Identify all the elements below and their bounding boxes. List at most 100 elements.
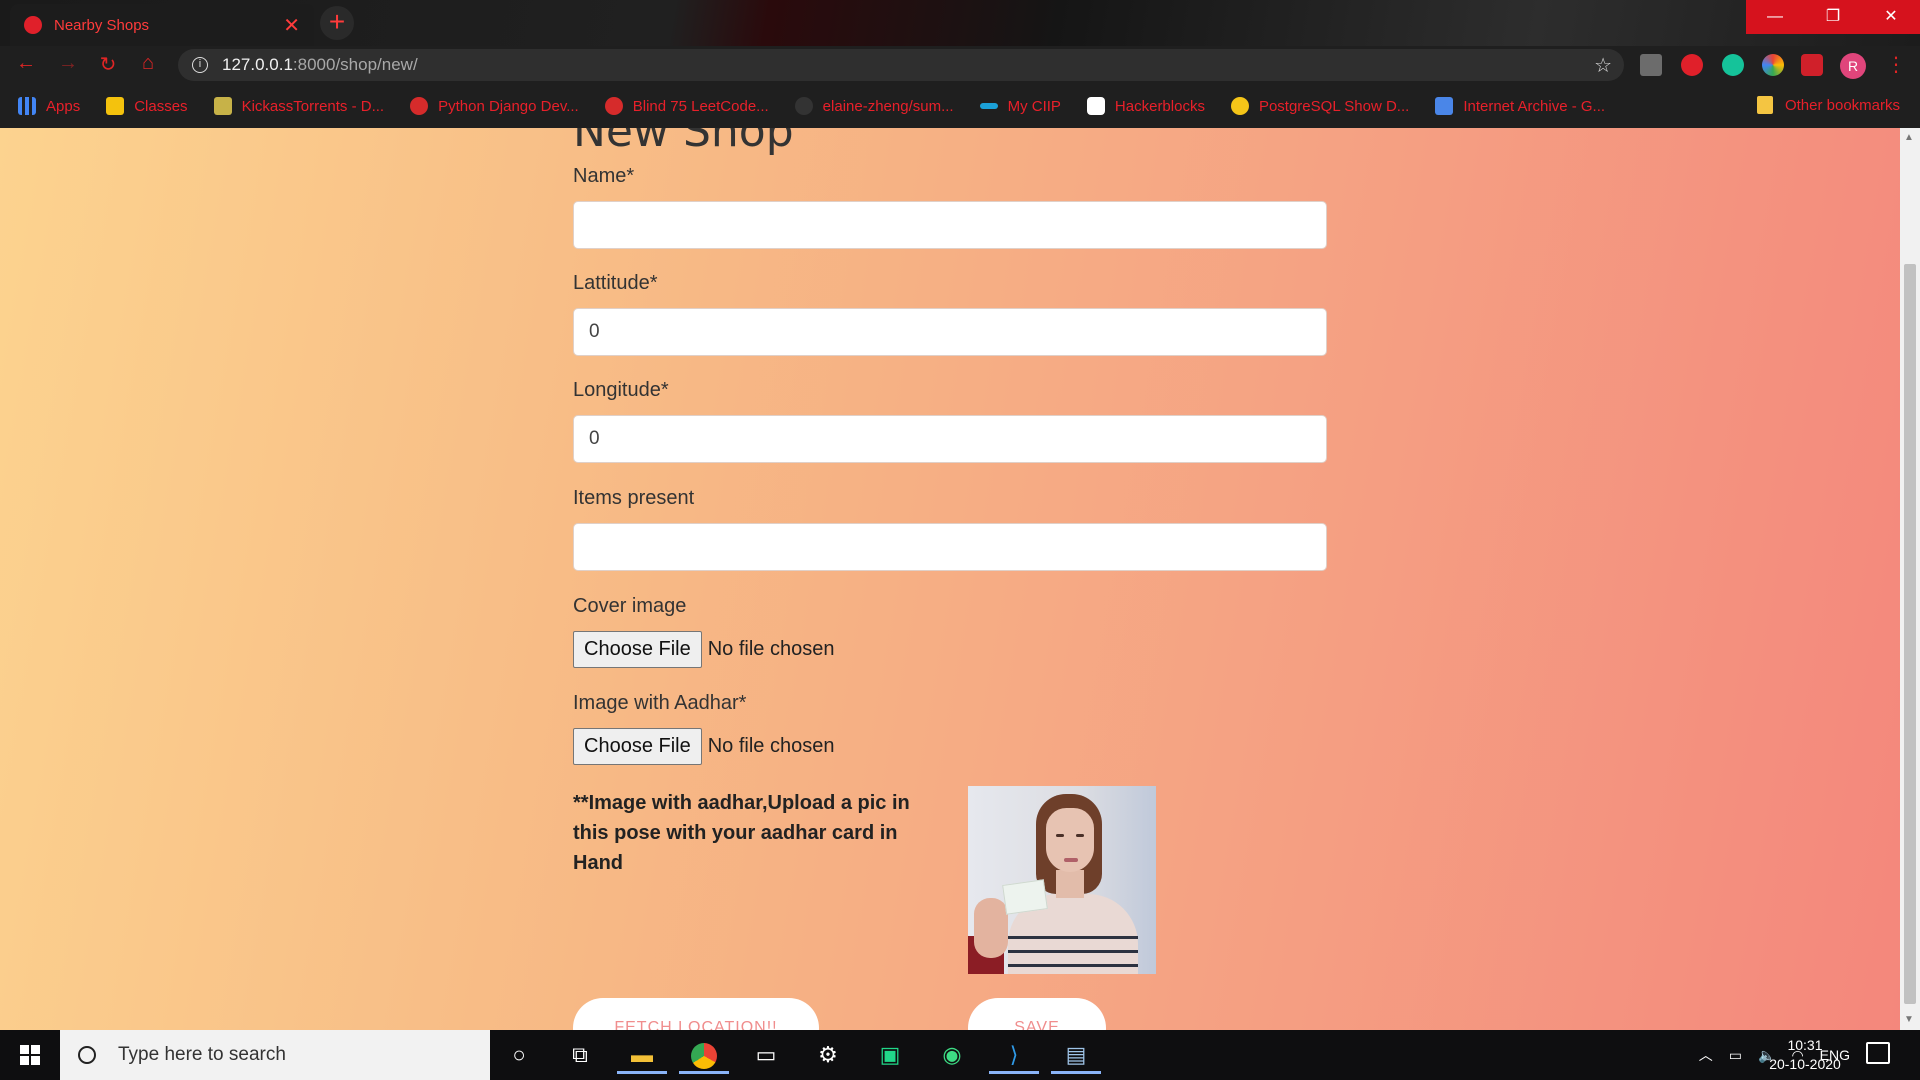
other-bookmarks-label: Other bookmarks — [1784, 96, 1900, 114]
bookmark-label: PostgreSQL Show D... — [1258, 97, 1410, 115]
start-button[interactable] — [0, 1030, 60, 1080]
notification-center-icon[interactable] — [1866, 1042, 1890, 1064]
taskbar-clock[interactable]: 10:31 20-10-2020 — [1762, 1036, 1848, 1074]
reload-icon[interactable]: ↻ — [94, 52, 122, 77]
bookmark-classes[interactable]: Classes — [106, 97, 188, 115]
aadhar-choose-file-button[interactable]: Choose File — [573, 728, 702, 765]
bookmark-postgres[interactable]: PostgreSQL Show D... — [1230, 97, 1410, 115]
classroom-icon — [106, 97, 125, 115]
name-label: Name* — [573, 165, 635, 187]
android-studio-icon[interactable]: ◉ — [927, 1036, 977, 1074]
red-globe-icon — [604, 97, 623, 115]
site-info-icon[interactable]: i — [192, 57, 208, 73]
bookmark-hackerblocks[interactable]: Hackerblocks — [1086, 97, 1205, 115]
bookmark-django[interactable]: Python Django Dev... — [410, 97, 579, 115]
bookmark-apps[interactable]: Apps — [18, 97, 80, 115]
tab-favicon-icon — [24, 16, 42, 34]
vscode-icon[interactable]: ⟩ — [989, 1036, 1039, 1074]
bookmark-label: Classes — [134, 97, 188, 115]
profile-avatar[interactable]: R — [1840, 53, 1866, 79]
adblock-icon[interactable] — [1681, 54, 1703, 76]
cover-choose-file-button[interactable]: Choose File — [573, 631, 702, 668]
red-globe-icon — [410, 97, 429, 115]
bookmark-label: Blind 75 LeetCode... — [632, 97, 769, 115]
bookmark-myciip[interactable]: My CIIP — [979, 97, 1061, 115]
bookmark-label: KickassTorrents - D... — [241, 97, 385, 115]
more-menu-icon[interactable]: ⋮ — [1886, 52, 1906, 77]
restore-button[interactable]: ❐ — [1804, 0, 1862, 34]
folder-icon — [1756, 96, 1773, 114]
tray-chevron-icon[interactable]: ︿ — [1699, 1045, 1713, 1065]
bookmark-label: elaine-zheng/sum... — [822, 97, 954, 115]
windows-taskbar: Type here to search ○ ⧉ ▬ ▭ ⚙ ▣ ◉ ⟩ ▤ ︿ … — [0, 1030, 1920, 1080]
save-button[interactable]: SAVE — [968, 998, 1106, 1030]
search-icon — [78, 1046, 96, 1064]
new-tab-button[interactable]: + — [320, 6, 354, 40]
windows-logo-icon — [20, 1045, 29, 1054]
other-bookmarks[interactable]: Other bookmarks — [1756, 96, 1900, 114]
bookmark-label: Python Django Dev... — [438, 97, 579, 115]
scroll-down-icon[interactable]: ▼ — [1904, 1014, 1914, 1025]
cover-image-label: Cover image — [573, 595, 687, 617]
hackerblocks-icon — [1086, 97, 1105, 115]
scroll-up-icon[interactable]: ▲ — [1904, 132, 1914, 143]
bookmark-label: My CIIP — [1007, 97, 1061, 115]
scrollbar-thumb[interactable] — [1904, 264, 1916, 1004]
extension-icon[interactable] — [1640, 54, 1662, 76]
snipping-tool-icon[interactable]: ▤ — [1051, 1036, 1101, 1074]
aadhar-file-status: No file chosen — [707, 735, 835, 757]
grammarly-icon[interactable] — [1722, 54, 1744, 76]
tab-close-icon[interactable]: ✕ — [283, 13, 300, 38]
taskbar-search-box[interactable]: Type here to search — [60, 1030, 490, 1080]
bookmark-kickass[interactable]: KickassTorrents - D... — [213, 97, 385, 115]
file-explorer-icon[interactable]: ▬ — [617, 1036, 667, 1074]
browser-title-bar: Nearby Shops ✕ + — ❐ ✕ — [0, 0, 1920, 46]
bookmark-archive[interactable]: Internet Archive - G... — [1435, 97, 1605, 115]
home-icon[interactable]: ⌂ — [134, 52, 162, 75]
github-icon — [794, 97, 813, 115]
bookmark-label: Internet Archive - G... — [1463, 97, 1606, 115]
browser-tab[interactable]: Nearby Shops ✕ — [10, 4, 314, 46]
sample-pose-image — [968, 786, 1156, 974]
page-title: New Shop — [573, 128, 794, 157]
longitude-label: Longitude* — [573, 379, 669, 401]
document-icon — [1435, 97, 1454, 115]
minimize-button[interactable]: — — [1746, 0, 1804, 34]
page-scrollbar[interactable]: ▲ ▼ — [1900, 128, 1920, 1030]
postgres-icon — [1230, 97, 1249, 115]
fetch-location-button[interactable]: FETCH LOCATION!! — [573, 998, 819, 1030]
battery-icon[interactable]: ▭ — [1729, 1047, 1742, 1064]
back-arrow-icon[interactable]: ← — [12, 52, 40, 75]
items-label: Items present — [573, 487, 695, 509]
bookmark-label: Apps — [46, 97, 81, 115]
clock-time: 10:31 — [1787, 1037, 1823, 1053]
address-bar[interactable]: i 127.0.0.1 :8000/shop/new/ ☆ — [178, 49, 1624, 81]
items-input[interactable] — [573, 523, 1327, 571]
url-path: :8000/shop/new/ — [292, 55, 418, 74]
longitude-input[interactable] — [573, 415, 1327, 463]
pycharm-icon[interactable]: ▣ — [865, 1036, 915, 1074]
name-input[interactable] — [573, 201, 1327, 249]
url-host: 127.0.0.1 — [222, 55, 293, 74]
close-window-button[interactable]: ✕ — [1862, 0, 1920, 34]
bookmark-star-icon[interactable]: ☆ — [1594, 53, 1612, 78]
aadhar-image-label: Image with Aadhar* — [573, 692, 747, 714]
forward-arrow-icon[interactable]: → — [54, 52, 82, 75]
settings-gear-icon[interactable]: ⚙ — [803, 1036, 853, 1074]
search-placeholder: Type here to search — [118, 1044, 286, 1065]
puzzle-extensions-icon[interactable] — [1801, 54, 1823, 76]
color-picker-icon[interactable] — [1762, 54, 1784, 76]
latitude-input[interactable] — [573, 308, 1327, 356]
cover-image-file-input: Choose File No file chosen — [573, 631, 834, 668]
chrome-icon[interactable] — [679, 1036, 729, 1074]
terminal-icon[interactable]: ▭ — [741, 1036, 791, 1074]
apps-grid-icon — [18, 97, 36, 115]
page-viewport: New Shop Name* Lattitude* Longitude* Ite… — [0, 128, 1900, 1030]
task-view-icon[interactable]: ⧉ — [555, 1036, 605, 1074]
cortana-icon[interactable]: ○ — [494, 1036, 544, 1074]
bookmark-blind75[interactable]: Blind 75 LeetCode... — [604, 97, 769, 115]
bookmark-label: Hackerblocks — [1114, 97, 1205, 115]
window-controls: — ❐ ✕ — [1746, 0, 1920, 34]
aadhar-instruction-note: **Image with aadhar,Upload a pic in this… — [573, 792, 910, 874]
bookmark-github[interactable]: elaine-zheng/sum... — [794, 97, 954, 115]
